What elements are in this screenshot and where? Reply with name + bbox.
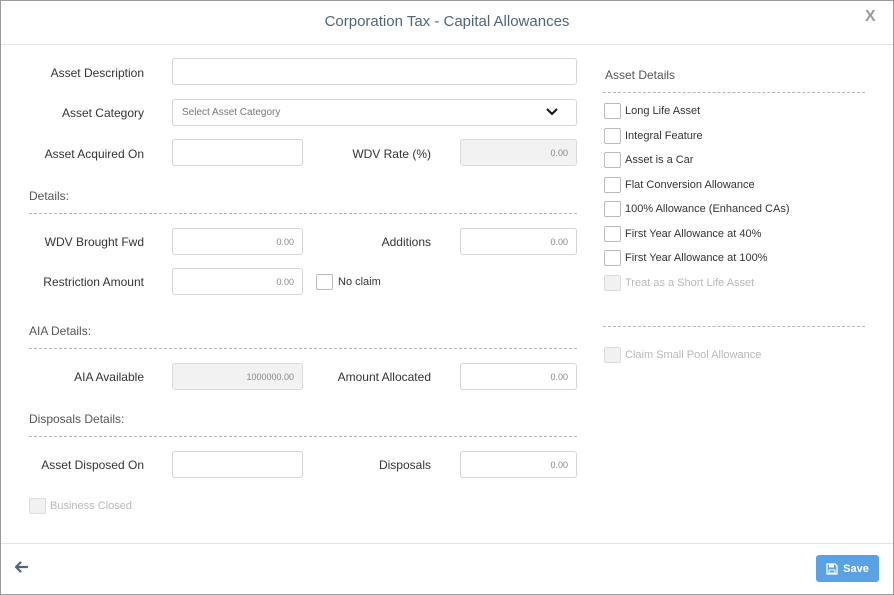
section-divider [29, 348, 577, 349]
first-year-allowance-40-checkbox[interactable] [604, 226, 621, 242]
details-heading: Details: [29, 189, 70, 203]
close-icon[interactable]: X [865, 8, 876, 26]
business-closed-label: Business Closed [50, 500, 132, 512]
arrow-left-icon[interactable] [13, 559, 29, 575]
restriction-amount-label: Restriction Amount [43, 275, 144, 289]
dialog-header: Corporation Tax - Capital Allowances X [1, 1, 893, 45]
floppy-disk-icon [826, 562, 838, 575]
asset-description-input[interactable] [172, 58, 577, 85]
capital-allowances-dialog: Corporation Tax - Capital Allowances X A… [0, 0, 894, 595]
long-life-asset-checkbox[interactable] [604, 103, 621, 119]
wdv-rate-label: WDV Rate (%) [352, 147, 431, 161]
enhanced-cas-allowance-label: 100% Allowance (Enhanced CAs) [625, 203, 790, 215]
restriction-amount-input[interactable] [172, 268, 303, 295]
asset-category-select[interactable]: Select Asset Category [172, 99, 577, 126]
first-year-allowance-100-label: First Year Allowance at 100% [625, 252, 768, 264]
wdv-brought-fwd-input[interactable] [172, 228, 303, 255]
asset-disposed-on-input[interactable] [172, 451, 303, 478]
long-life-asset-label: Long Life Asset [625, 105, 701, 117]
asset-category-placeholder: Select Asset Category [182, 107, 281, 118]
enhanced-cas-allowance-checkbox[interactable] [604, 201, 621, 217]
section-divider [29, 213, 577, 214]
flat-conversion-allowance-label: Flat Conversion Allowance [625, 179, 755, 191]
integral-feature-checkbox[interactable] [604, 128, 621, 144]
integral-feature-label: Integral Feature [625, 130, 703, 142]
short-life-asset-checkbox[interactable] [604, 275, 621, 291]
additions-label: Additions [381, 235, 431, 249]
business-closed-checkbox[interactable] [29, 498, 46, 514]
disposals-input[interactable] [460, 451, 577, 478]
asset-acquired-on-input[interactable] [172, 139, 303, 166]
amount-allocated-label: Amount Allocated [337, 370, 431, 384]
additions-input[interactable] [460, 228, 577, 255]
asset-is-a-car-label: Asset is a Car [625, 154, 694, 166]
section-divider [603, 92, 865, 93]
asset-is-a-car-checkbox[interactable] [604, 152, 621, 168]
disposals-label: Disposals [378, 458, 431, 472]
dialog-footer: Save [1, 543, 893, 594]
flat-conversion-allowance-checkbox[interactable] [604, 177, 621, 193]
wdv-rate-field [460, 139, 577, 166]
no-claim-checkbox[interactable] [316, 274, 333, 290]
small-pool-allowance-checkbox[interactable] [604, 347, 621, 363]
first-year-allowance-100-checkbox[interactable] [604, 250, 621, 266]
short-life-asset-label: Treat as a Short Life Asset [625, 277, 755, 289]
wdv-brought-fwd-label: WDV Brought Fwd [44, 235, 144, 249]
asset-details-heading: Asset Details [605, 68, 676, 82]
section-divider [603, 326, 865, 327]
aia-details-heading: AIA Details: [29, 324, 92, 338]
no-claim-label: No claim [338, 276, 381, 288]
first-year-allowance-40-label: First Year Allowance at 40% [625, 228, 762, 240]
section-divider [29, 436, 577, 437]
chevron-down-icon [546, 108, 558, 116]
disposals-details-heading: Disposals Details: [29, 412, 125, 426]
asset-disposed-on-label: Asset Disposed On [41, 458, 144, 472]
aia-available-field [172, 363, 303, 390]
asset-category-label: Asset Category [61, 106, 144, 120]
asset-description-label: Asset Description [50, 66, 144, 80]
aia-available-label: AIA Available [74, 370, 144, 384]
small-pool-allowance-label: Claim Small Pool Allowance [625, 349, 762, 361]
dialog-title: Corporation Tax - Capital Allowances [324, 13, 570, 30]
amount-allocated-input[interactable] [460, 363, 577, 390]
save-button[interactable]: Save [816, 555, 879, 582]
save-label: Save [843, 562, 869, 575]
asset-acquired-on-label: Asset Acquired On [44, 147, 144, 161]
